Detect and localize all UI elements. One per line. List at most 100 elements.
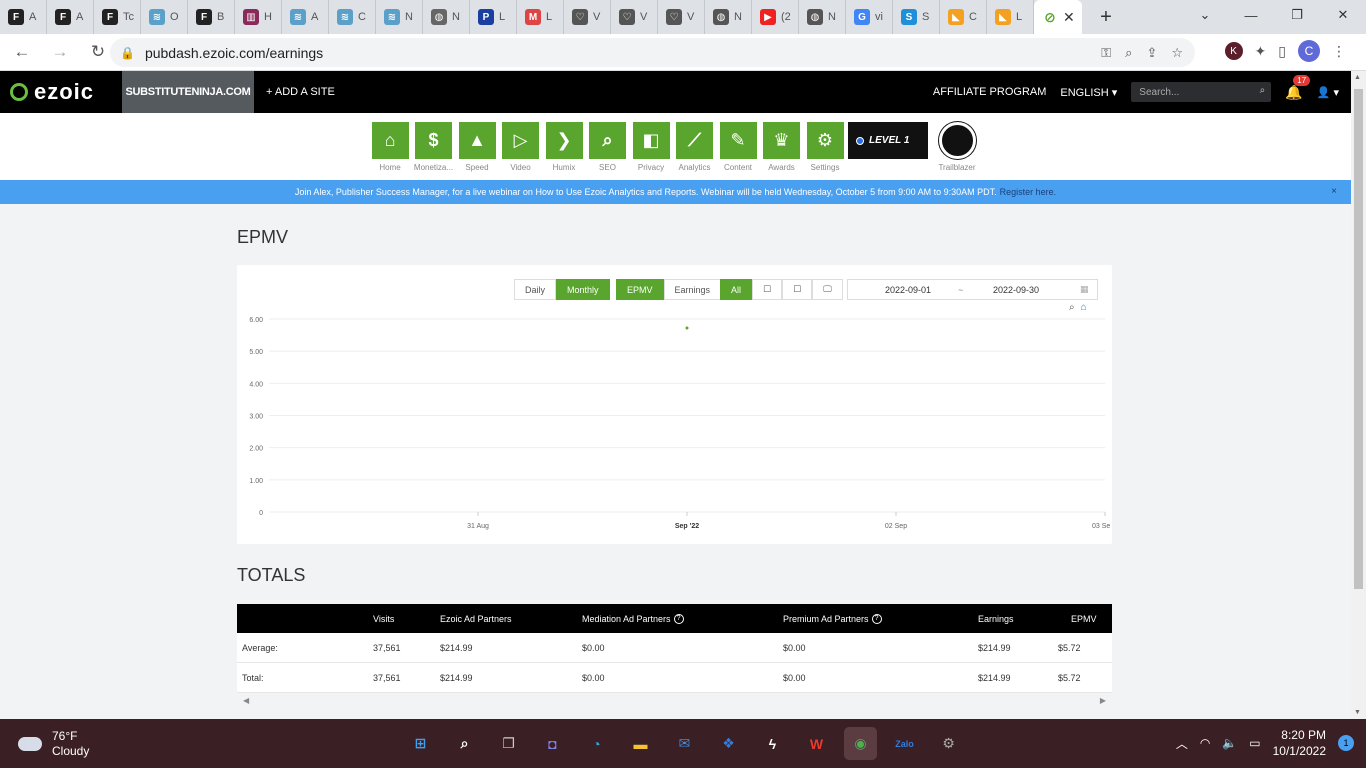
- browser-tab[interactable]: F Tc: [94, 0, 141, 34]
- key-icon[interactable]: ⚿: [1101, 45, 1111, 61]
- tab-close-icon[interactable]: ✕: [1063, 9, 1075, 26]
- nav-home[interactable]: ⌂ Home: [369, 122, 411, 172]
- search-icon[interactable]: ⌕: [448, 727, 481, 760]
- date-to[interactable]: 2022-09-30: [993, 285, 1039, 295]
- scroll-thumb[interactable]: [1354, 89, 1363, 589]
- wifi-icon[interactable]: ◠: [1200, 736, 1210, 750]
- device-all-button[interactable]: All: [720, 279, 753, 300]
- earnings-button[interactable]: Earnings: [663, 279, 722, 300]
- browser-tab[interactable]: Gvi: [846, 0, 893, 34]
- browser-tab[interactable]: ♡ V: [564, 0, 611, 34]
- date-from[interactable]: 2022-09-01: [885, 285, 931, 295]
- side-panel-icon[interactable]: ▯: [1278, 43, 1286, 60]
- volume-icon[interactable]: 🔈: [1222, 736, 1237, 750]
- browser-tab[interactable]: SS: [893, 0, 940, 34]
- browser-tab[interactable]: ◣ C: [940, 0, 987, 34]
- calendar-icon[interactable]: ▦: [1080, 284, 1089, 295]
- browser-tab[interactable]: ♡ V: [658, 0, 705, 34]
- task-view-icon[interactable]: ❐: [492, 727, 525, 760]
- show-hidden-icons-icon[interactable]: ︿: [1176, 735, 1188, 752]
- nav-content[interactable]: ✎ Content: [717, 122, 759, 172]
- puzzle-icon[interactable]: ✦: [1255, 43, 1267, 60]
- scroll-left-icon[interactable]: ◀: [243, 696, 249, 705]
- browser-tab[interactable]: ▶ (2: [752, 0, 799, 34]
- help-icon[interactable]: ?: [871, 613, 882, 624]
- help-icon[interactable]: ?: [673, 613, 684, 624]
- browser-tab[interactable]: ◍ N: [705, 0, 752, 34]
- browser-tab[interactable]: FA: [0, 0, 47, 34]
- minimize-button[interactable]: —: [1228, 0, 1274, 30]
- profile-avatar[interactable]: C: [1298, 40, 1320, 62]
- level-badge[interactable]: LEVEL 1: [848, 122, 928, 159]
- menu-icon[interactable]: ⋮: [1332, 43, 1346, 60]
- affiliate-program-link[interactable]: AFFILIATE PROGRAM: [933, 86, 1046, 98]
- search-icon[interactable]: ⌕: [1260, 85, 1266, 96]
- nav-humix[interactable]: ❯ Humix: [543, 122, 585, 172]
- notification-bell-icon[interactable]: 🔔 17: [1285, 74, 1311, 101]
- nav-privacy[interactable]: ◧ Privacy: [630, 122, 672, 172]
- tab-search-icon[interactable]: ⌄: [1182, 0, 1228, 30]
- lock-icon[interactable]: 🔒: [120, 46, 135, 60]
- ezoic-logo[interactable]: ezoic: [0, 71, 122, 113]
- wps-office-icon[interactable]: W: [800, 727, 833, 760]
- battery-icon[interactable]: ▭: [1249, 736, 1260, 750]
- file-explorer-icon[interactable]: ▬: [624, 727, 657, 760]
- monthly-button[interactable]: Monthly: [556, 279, 610, 300]
- nav-analytics[interactable]: ⟋ Analytics: [674, 122, 716, 172]
- browser-tab[interactable]: FB: [188, 0, 235, 34]
- browser-tab[interactable]: ≋ A: [282, 0, 329, 34]
- browser-tab[interactable]: ◍ N: [423, 0, 470, 34]
- browser-tab[interactable]: ≋ C: [329, 0, 376, 34]
- device-mobile-icon[interactable]: ☐: [752, 279, 783, 300]
- table-horizontal-scrollbar[interactable]: ◀ ▶: [237, 694, 1112, 708]
- forward-icon[interactable]: →: [44, 42, 76, 62]
- back-icon[interactable]: ←: [6, 42, 38, 62]
- register-link[interactable]: Register here.: [1000, 187, 1057, 197]
- zalo-icon[interactable]: Zalo: [888, 727, 921, 760]
- nav-speed[interactable]: ▲ Speed: [456, 122, 498, 172]
- bookmark-star-icon[interactable]: ☆: [1171, 45, 1183, 61]
- device-tablet-icon[interactable]: ☐: [782, 279, 813, 300]
- browser-tab[interactable]: ≋ O: [141, 0, 188, 34]
- page-scrollbar[interactable]: ▲ ▼: [1351, 71, 1366, 719]
- maximize-button[interactable]: ❐: [1274, 0, 1320, 30]
- scroll-up-icon[interactable]: ▲: [1354, 74, 1361, 81]
- teams-chat-icon[interactable]: ◘: [536, 727, 569, 760]
- data-point[interactable]: [685, 326, 689, 330]
- nav-settings[interactable]: ⚙ Settings: [804, 122, 846, 172]
- browser-tab[interactable]: ♡ V: [611, 0, 658, 34]
- chrome-icon[interactable]: ◉: [844, 727, 877, 760]
- zoom-icon[interactable]: ⌕: [1125, 45, 1132, 61]
- nav-monetization[interactable]: $ Monetiza...: [413, 122, 455, 172]
- nav-awards[interactable]: ♛ Awards: [761, 122, 803, 172]
- add-site-link[interactable]: + ADD A SITE: [266, 86, 335, 98]
- url-text[interactable]: pubdash.ezoic.com/earnings: [145, 45, 323, 61]
- dropbox-icon[interactable]: ❖: [712, 727, 745, 760]
- banner-close-icon[interactable]: ×: [1331, 186, 1337, 197]
- browser-tab-active[interactable]: ⊘ ✕: [1034, 0, 1082, 34]
- edge-icon[interactable]: ◔: [580, 727, 613, 760]
- close-window-button[interactable]: ✕: [1320, 0, 1366, 30]
- weather-widget[interactable]: 76°F Cloudy: [18, 729, 89, 759]
- language-dropdown[interactable]: ENGLISH ▾: [1060, 86, 1117, 99]
- browser-tab[interactable]: ◣ L: [987, 0, 1034, 34]
- nav-seo[interactable]: ⌕ SEO: [587, 122, 629, 172]
- device-desktop-icon[interactable]: 🖵: [812, 279, 843, 300]
- scroll-down-icon[interactable]: ▼: [1354, 709, 1361, 716]
- browser-tab[interactable]: FA: [47, 0, 94, 34]
- notification-count[interactable]: 1: [1338, 735, 1354, 751]
- user-menu-icon[interactable]: 👤 ▾: [1317, 86, 1339, 99]
- browser-tab[interactable]: ◍ N: [799, 0, 846, 34]
- epmv-button[interactable]: EPMV: [616, 279, 664, 300]
- scroll-right-icon[interactable]: ▶: [1100, 696, 1106, 705]
- start-icon[interactable]: ⊞: [404, 727, 437, 760]
- clock[interactable]: 8:20 PM 10/1/2022: [1273, 727, 1326, 759]
- daily-button[interactable]: Daily: [514, 279, 557, 300]
- site-selector[interactable]: SUBSTITUTENINJA.COM: [122, 71, 254, 113]
- browser-tab[interactable]: ▥ H: [235, 0, 282, 34]
- share-icon[interactable]: ⇪: [1146, 45, 1157, 61]
- browser-tab[interactable]: PL: [470, 0, 517, 34]
- app-s-icon[interactable]: ϟ: [756, 727, 789, 760]
- new-tab-button[interactable]: +: [1090, 6, 1122, 29]
- browser-tab[interactable]: ML: [517, 0, 564, 34]
